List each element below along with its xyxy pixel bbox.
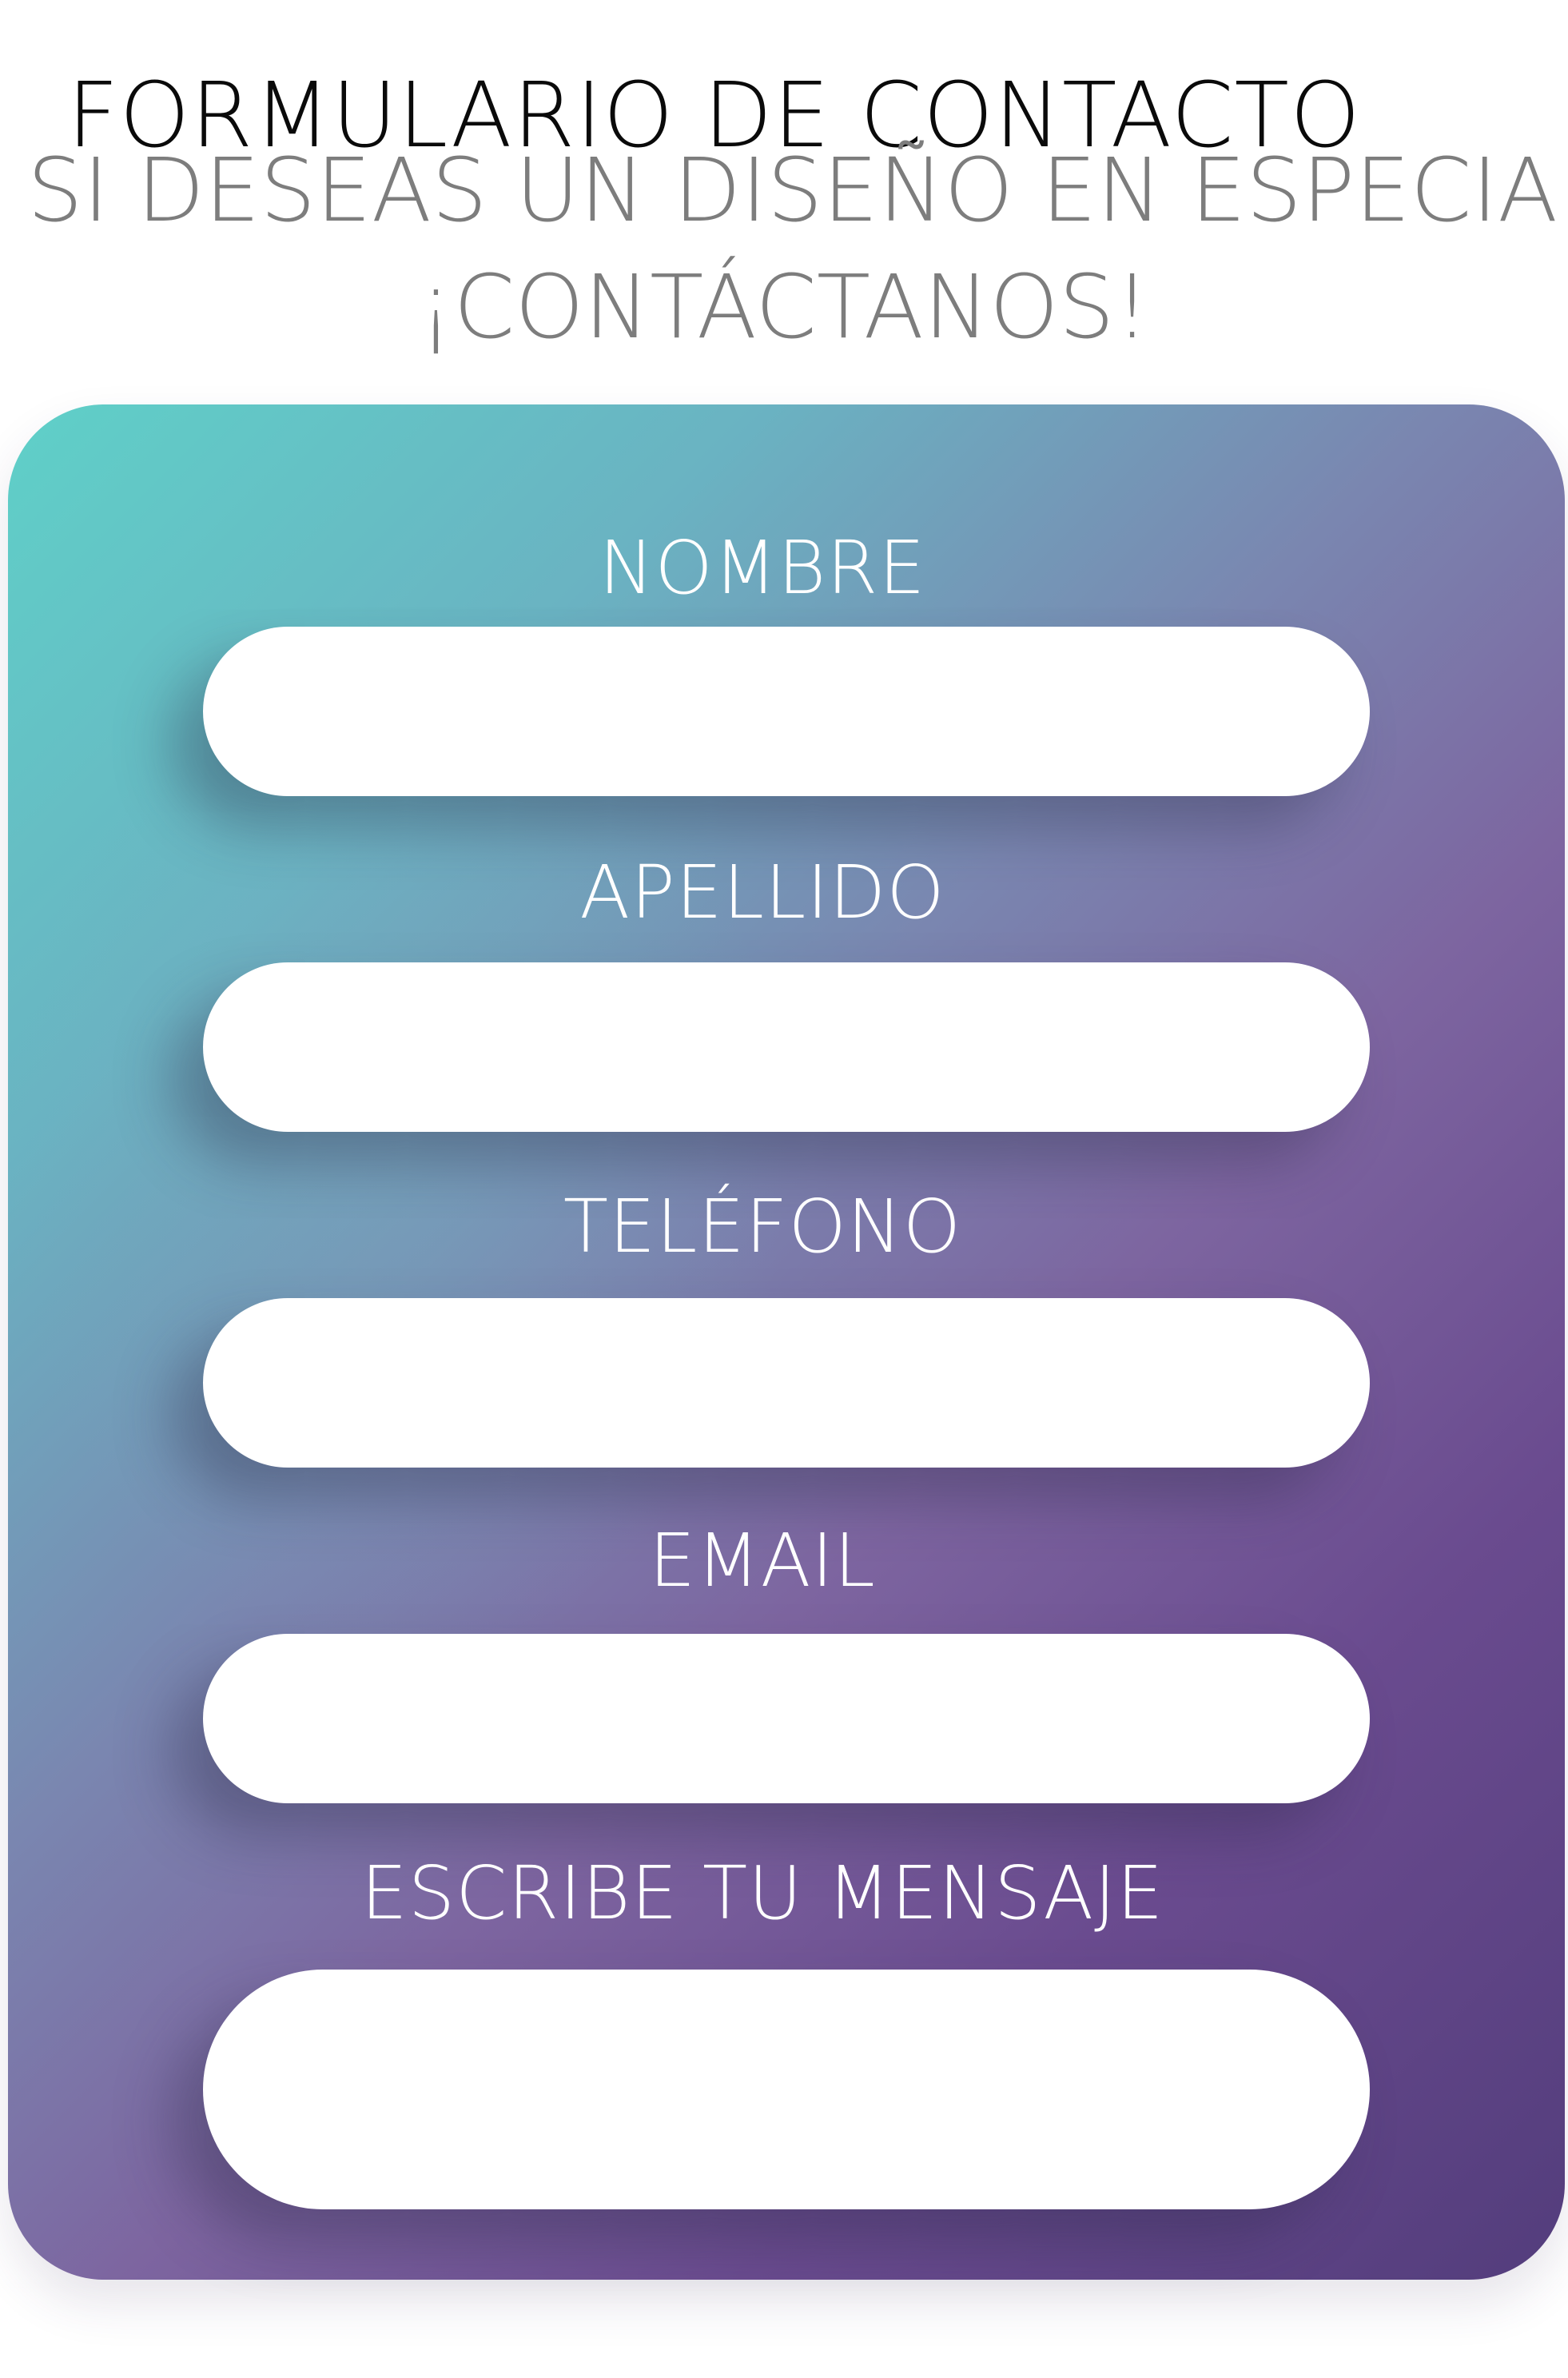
telefono-input[interactable] <box>203 1298 1370 1468</box>
subtitle-line-1: SI DESEAS UN DISEÑO EN ESPECIAL <box>27 139 1568 241</box>
apellido-input[interactable] <box>203 962 1370 1132</box>
nombre-label: NOMBRE <box>599 525 926 611</box>
apellido-label: APELLIDO <box>579 850 945 935</box>
mensaje-textarea[interactable] <box>203 1970 1370 2209</box>
contact-form: NOMBRE APELLIDO TELÉFONO EMAIL ESCRIBE T… <box>8 404 1565 2280</box>
nombre-input[interactable] <box>203 627 1370 796</box>
mensaje-label: ESCRIBE TU MENSAJE <box>360 1850 1164 1936</box>
subtitle-line-2: ¡CONTÁCTANOS! <box>418 256 1150 358</box>
telefono-label: TELÉFONO <box>563 1184 962 1269</box>
email-label: EMAIL <box>649 1518 876 1603</box>
email-input[interactable] <box>203 1634 1370 1803</box>
